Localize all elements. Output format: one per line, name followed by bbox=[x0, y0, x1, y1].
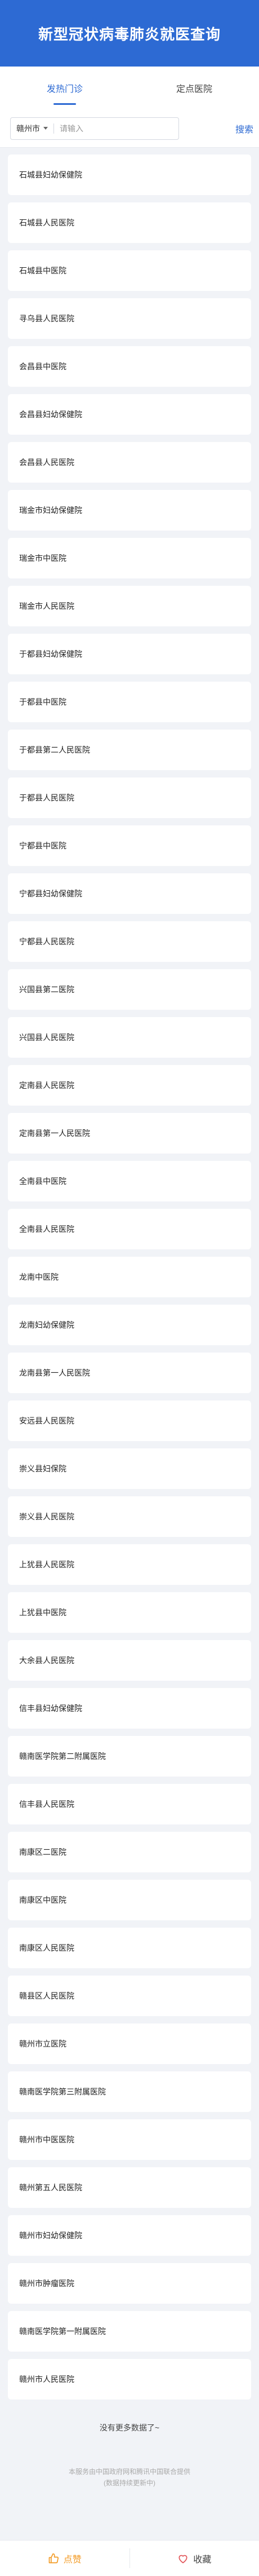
hospital-list-item[interactable]: 会昌县妇幼保健院 bbox=[8, 394, 251, 435]
hospital-list-item[interactable]: 赣州市人民医院 bbox=[8, 2359, 251, 2400]
app-header: 新型冠状病毒肺炎就医查询 bbox=[0, 0, 259, 67]
thumbs-up-icon bbox=[48, 2553, 59, 2563]
hospital-list-item[interactable]: 南康区二医院 bbox=[8, 1832, 251, 1872]
page-title: 新型冠状病毒肺炎就医查询 bbox=[38, 25, 221, 43]
hospital-list-item[interactable]: 会昌县人民医院 bbox=[8, 442, 251, 483]
chevron-down-icon bbox=[43, 127, 48, 130]
tab-fever-clinic[interactable]: 发热门诊 bbox=[0, 67, 130, 109]
hospital-list-item[interactable]: 宁都县妇幼保健院 bbox=[8, 873, 251, 914]
tab-designated-hospital[interactable]: 定点医院 bbox=[130, 67, 259, 109]
hospital-list-item[interactable]: 赣州市中医医院 bbox=[8, 2119, 251, 2160]
hospital-list-item[interactable]: 赣州市立医院 bbox=[8, 2023, 251, 2064]
hospital-list-item[interactable]: 上犹县人民医院 bbox=[8, 1544, 251, 1585]
hospital-list-item[interactable]: 兴国县第二医院 bbox=[8, 969, 251, 1010]
hospital-list-item[interactable]: 瑞金市妇幼保健院 bbox=[8, 490, 251, 531]
hospital-list-item[interactable]: 于都县中医院 bbox=[8, 682, 251, 722]
hospital-list-item[interactable]: 赣县区人民医院 bbox=[8, 1976, 251, 2016]
like-button[interactable]: 点赞 bbox=[0, 2540, 130, 2576]
hospital-list-item[interactable]: 石城县中医院 bbox=[8, 250, 251, 291]
favorite-label: 收藏 bbox=[193, 2555, 212, 2565]
hospital-list-item[interactable]: 赣南医学院第三附属医院 bbox=[8, 2071, 251, 2112]
hospital-list-item[interactable]: 南康区中医院 bbox=[8, 1880, 251, 1920]
search-divider bbox=[53, 123, 54, 134]
city-label: 赣州市 bbox=[16, 123, 40, 133]
hospital-list-item[interactable]: 信丰县妇幼保健院 bbox=[8, 1688, 251, 1729]
hospital-list-item[interactable]: 定南县人民医院 bbox=[8, 1065, 251, 1106]
search-box: 赣州市 bbox=[10, 117, 179, 140]
hospital-list-item[interactable]: 南康区人民医院 bbox=[8, 1928, 251, 1968]
hospital-list-item[interactable]: 赣州第五人民医院 bbox=[8, 2167, 251, 2208]
hospital-list-item[interactable]: 瑞金市人民医院 bbox=[8, 586, 251, 626]
hospital-list: 石城县妇幼保健院 石城县人民医院 石城县中医院 寻乌县人民医院 会昌县中医院 会昌县妇幼保… bbox=[0, 148, 259, 2400]
footer-line-1: 本服务由中国政府网和腾讯中国联合提供 bbox=[68, 2468, 190, 2476]
tab-bar: 发热门诊 定点医院 bbox=[0, 67, 259, 109]
search-button[interactable]: 搜索 bbox=[235, 122, 253, 135]
hospital-list-item[interactable]: 龙南中医院 bbox=[8, 1257, 251, 1297]
favorite-button[interactable]: 收藏 bbox=[130, 2540, 259, 2576]
bottom-action-bar: 点赞 收藏 bbox=[0, 2540, 259, 2576]
hospital-list-item[interactable]: 定南县第一人民医院 bbox=[8, 1113, 251, 1154]
hospital-list-item[interactable]: 上犹县中医院 bbox=[8, 1592, 251, 1633]
hospital-list-item[interactable]: 信丰县人民医院 bbox=[8, 1784, 251, 1824]
hospital-list-item[interactable]: 龙南妇幼保健院 bbox=[8, 1305, 251, 1345]
like-label: 点赞 bbox=[63, 2555, 82, 2565]
hospital-list-item[interactable]: 全南县人民医院 bbox=[8, 1209, 251, 1249]
hospital-list-item[interactable]: 于都县人民医院 bbox=[8, 777, 251, 818]
hospital-list-item[interactable]: 寻乌县人民医院 bbox=[8, 298, 251, 339]
city-selector[interactable]: 赣州市 bbox=[16, 123, 53, 134]
search-input[interactable] bbox=[60, 123, 161, 133]
hospital-list-item[interactable]: 赣州市肿瘤医院 bbox=[8, 2263, 251, 2304]
hospital-list-item[interactable]: 崇义县人民医院 bbox=[8, 1496, 251, 1537]
hospital-list-item[interactable]: 大余县人民医院 bbox=[8, 1640, 251, 1681]
footer-line-2: (数据持续更新中) bbox=[104, 2479, 155, 2487]
hospital-list-item[interactable]: 会昌县中医院 bbox=[8, 346, 251, 387]
hospital-list-item[interactable]: 于都县妇幼保健院 bbox=[8, 634, 251, 674]
hospital-list-item[interactable]: 崇义县妇保院 bbox=[8, 1448, 251, 1489]
hospital-list-item[interactable]: 赣南医学院第一附属医院 bbox=[8, 2311, 251, 2352]
search-bar: 赣州市 搜索 bbox=[0, 109, 259, 148]
hospital-list-item[interactable]: 石城县妇幼保健院 bbox=[8, 154, 251, 195]
hospital-list-item[interactable]: 安远县人民医院 bbox=[8, 1400, 251, 1441]
hospital-list-item[interactable]: 瑞金市中医院 bbox=[8, 538, 251, 578]
hospital-list-item[interactable]: 于都县第二人民医院 bbox=[8, 730, 251, 770]
hospital-list-item[interactable]: 龙南县第一人民医院 bbox=[8, 1353, 251, 1393]
footer-note: 本服务由中国政府网和腾讯中国联合提供 (数据持续更新中) bbox=[0, 2466, 259, 2489]
hospital-list-item[interactable]: 宁都县中医院 bbox=[8, 825, 251, 866]
hospital-list-item[interactable]: 赣州市妇幼保健院 bbox=[8, 2215, 251, 2256]
hospital-list-item[interactable]: 石城县人民医院 bbox=[8, 202, 251, 243]
heart-icon bbox=[178, 2555, 187, 2563]
list-end-text: 没有更多数据了~ bbox=[99, 2423, 160, 2432]
hospital-list-item[interactable]: 兴国县人民医院 bbox=[8, 1017, 251, 1058]
hospital-list-item[interactable]: 全南县中医院 bbox=[8, 1161, 251, 1201]
hospital-list-item[interactable]: 宁都县人民医院 bbox=[8, 921, 251, 962]
hospital-list-item[interactable]: 赣南医学院第二附属医院 bbox=[8, 1736, 251, 1777]
